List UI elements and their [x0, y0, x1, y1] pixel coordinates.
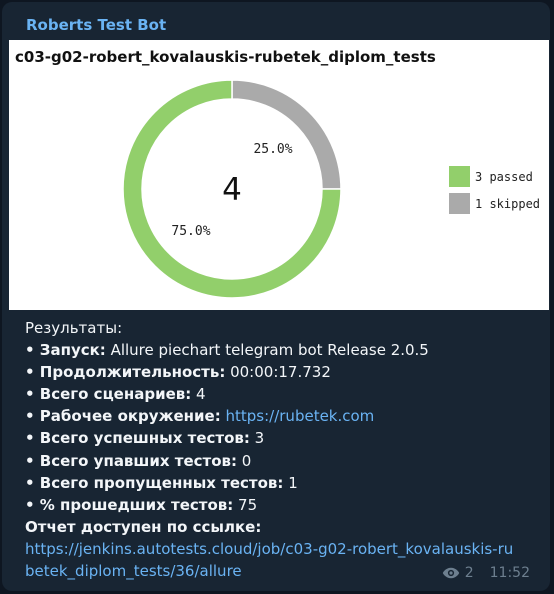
view-count: 2: [464, 565, 474, 581]
report-link[interactable]: https://jenkins.autotests.cloud/job/c03-…: [25, 540, 513, 580]
legend-swatch: [449, 166, 470, 187]
result-label: • Всего сценариев:: [25, 385, 192, 404]
message-time: 11:52: [489, 565, 530, 581]
result-value: 0: [237, 451, 252, 470]
slice-percent-label: 75.0%: [171, 224, 210, 239]
result-value: 00:00:17.732: [225, 363, 331, 382]
legend-label: 1 skipped: [475, 197, 540, 211]
chart-image[interactable]: c03-g02-robert_kovalauskis-rubetek_diplo…: [9, 40, 549, 310]
result-label: • % прошедших тестов:: [25, 495, 234, 514]
message-bubble: Roberts Test Bot c03-g02-robert_kovalaus…: [2, 2, 550, 591]
result-line-environment: • Рабочее окружение: https://rubetek.com: [25, 405, 535, 427]
environment-link[interactable]: https://rubetek.com: [226, 407, 375, 425]
result-label: • Запуск:: [25, 341, 106, 360]
result-label: • Продолжительность:: [25, 363, 226, 382]
result-value: 1: [283, 473, 298, 492]
result-line-duration: • Продолжительность: 00:00:17.732: [25, 361, 535, 383]
pie-slice-skipped: [231, 79, 342, 190]
result-line-percent: • % прошедших тестов: 75: [25, 494, 535, 516]
result-value: Allure piechart telegram bot Release 2.0…: [105, 341, 429, 360]
result-value: 4: [191, 385, 206, 404]
result-label: • Рабочее окружение:: [25, 407, 221, 426]
chart-center-label: 4: [222, 172, 242, 208]
pie-chart: 25.0% 75.0% 4 3 passed 1 skipped: [122, 79, 540, 299]
report-label: Отчет доступен по ссылке:: [25, 517, 262, 536]
result-label: • Всего упавших тестов:: [25, 451, 238, 470]
result-label: • Всего успешных тестов:: [25, 429, 250, 448]
message-meta: 2 11:52: [442, 565, 530, 581]
result-line-run: • Запуск: Allure piechart telegram bot R…: [25, 339, 535, 361]
results-heading: Результаты:: [25, 319, 123, 337]
result-label: • Всего пропущенных тестов:: [25, 473, 284, 492]
legend-label: 3 passed: [475, 170, 533, 184]
results-text: Результаты: • Запуск: Allure piechart te…: [25, 317, 535, 582]
result-value: 75: [233, 495, 258, 514]
result-value: 3: [249, 429, 265, 448]
result-line-skipped: • Всего пропущенных тестов: 1: [25, 472, 535, 494]
slice-percent-label: 25.0%: [253, 142, 292, 157]
eye-icon: [442, 567, 460, 579]
result-line-scenarios: • Всего сценариев: 4: [25, 383, 535, 405]
result-line-passed: • Всего успешных тестов: 3: [25, 427, 535, 449]
legend-swatch: [449, 193, 470, 214]
result-line-failed: • Всего упавших тестов: 0: [25, 450, 535, 472]
sender-name[interactable]: Roberts Test Bot: [26, 16, 166, 34]
